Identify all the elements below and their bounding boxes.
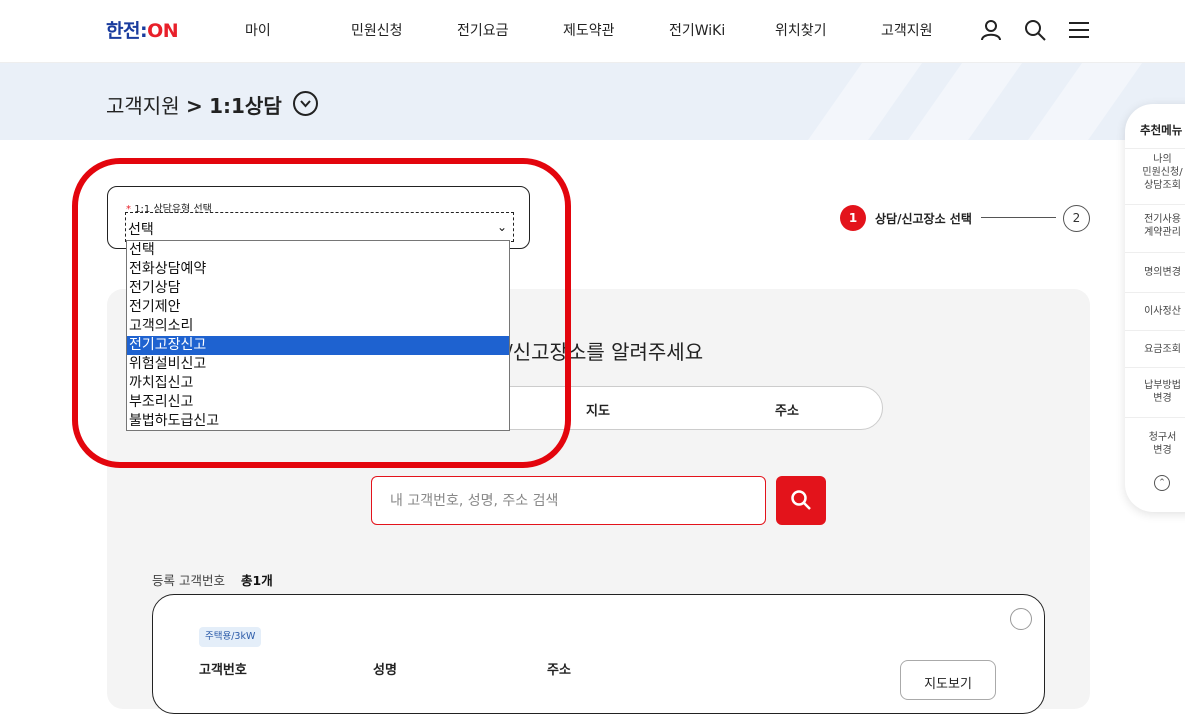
customer-number-label: 고객번호 (199, 663, 247, 678)
dropdown-option[interactable]: 전기상담 (127, 279, 509, 298)
search-input[interactable] (372, 477, 765, 524)
registered-count-value: 총1개 (241, 573, 273, 588)
card-select-radio[interactable] (1010, 608, 1032, 630)
dropdown-option[interactable]: 까치집신고 (127, 374, 509, 393)
step-connector (981, 217, 1056, 218)
dropdown-option[interactable]: 위험설비신고 (127, 355, 509, 374)
menu-icon[interactable] (1067, 18, 1091, 42)
chevron-up-icon[interactable]: ⌃ (1154, 475, 1170, 491)
consult-type-dropdown-list: 선택 전화상담예약 전기상담 전기제안 고객의소리 전기고장신고 위험설비신고 … (126, 240, 510, 431)
user-icon[interactable] (979, 18, 1003, 42)
dropdown-option[interactable]: 전기제안 (127, 298, 509, 317)
side-item-move-settlement[interactable]: 이사정산 (1125, 292, 1185, 330)
customer-search-field (371, 476, 766, 525)
dropdown-option-highlighted[interactable]: 전기고장신고 (127, 336, 509, 355)
step-1-label: 상담/신고장소 선택 (875, 212, 972, 226)
nav-item-civil-request[interactable]: 민원신청 (351, 20, 403, 40)
search-icon[interactable] (1023, 18, 1047, 42)
search-button[interactable] (776, 476, 826, 525)
kepco-on-logo[interactable]: 한전:ON (106, 16, 179, 43)
dropdown-option[interactable]: 부조리신고 (127, 393, 509, 412)
tab-map[interactable]: 지도 (586, 400, 610, 419)
nav-item-wiki[interactable]: 전기WiKi (669, 20, 725, 40)
logo-text: 한전: (106, 20, 148, 42)
side-item-bill-change[interactable]: 청구서 변경 (1125, 417, 1185, 467)
chevron-down-icon: ⌄ (496, 220, 507, 234)
logo-on-text: ON (147, 20, 179, 42)
recommended-menu: 추천메뉴 나의 민원신청/ 상담조회 전기사용 계약관리 명의변경 이사정산 요… (1125, 104, 1185, 512)
recommended-menu-title: 추천메뉴 (1140, 123, 1183, 137)
step-2-indicator: 2 (1063, 205, 1090, 232)
nav-item-my[interactable]: 마이 (245, 20, 271, 40)
address-label: 주소 (547, 663, 571, 678)
site-header: 한전:ON 마이 민원신청 전기요금 제도약관 전기WiKi 위치찾기 고객지원 (0, 0, 1185, 63)
nav-item-electric-bill[interactable]: 전기요금 (457, 20, 509, 40)
nav-item-support[interactable]: 고객지원 (881, 20, 933, 40)
chevron-down-icon (300, 100, 311, 108)
view-map-button[interactable]: 지도보기 (900, 660, 996, 700)
side-item-my-request[interactable]: 나의 민원신청/ 상담조회 (1125, 148, 1185, 200)
side-item-contract[interactable]: 전기사용 계약관리 (1125, 204, 1185, 248)
dropdown-option[interactable]: 전화상담예약 (127, 260, 509, 279)
step-1-indicator: 1 (840, 205, 866, 231)
breadcrumb-band: 고객지원 > 1:1상담 (0, 63, 1185, 140)
search-icon (791, 490, 811, 510)
side-item-name-change[interactable]: 명의변경 (1125, 252, 1185, 290)
tab-address[interactable]: 주소 (775, 400, 799, 419)
nav-item-policy[interactable]: 제도약관 (563, 20, 615, 40)
consult-type-select[interactable]: 선택 ⌄ (125, 212, 514, 242)
contract-type-badge: 주택용/3kW (199, 627, 262, 647)
page-title: 1:1상담 (209, 94, 282, 118)
dropdown-option[interactable]: 선택 (127, 241, 509, 260)
select-current-value: 선택 (128, 222, 154, 238)
dropdown-option[interactable]: 고객의소리 (127, 317, 509, 336)
breadcrumb: 고객지원 > 1:1상담 (106, 90, 282, 119)
name-label: 성명 (373, 663, 397, 678)
breadcrumb-parent[interactable]: 고객지원 (106, 94, 180, 118)
breadcrumb-separator: > (185, 94, 203, 118)
breadcrumb-dropdown-button[interactable] (293, 91, 318, 116)
side-item-payment-method[interactable]: 납부방법 변경 (1125, 367, 1185, 417)
customer-card[interactable]: 주택용/3kW 고객번호 성명 주소 지도보기 (152, 594, 1045, 714)
registered-count-label: 등록 고객번호 (152, 573, 225, 588)
side-item-bill-inquiry[interactable]: 요금조회 (1125, 330, 1185, 368)
dropdown-option[interactable]: 불법하도급신고 (127, 412, 509, 431)
section-title: /신고장소를 알려주세요 (506, 340, 704, 364)
nav-item-location[interactable]: 위치찾기 (775, 20, 827, 40)
